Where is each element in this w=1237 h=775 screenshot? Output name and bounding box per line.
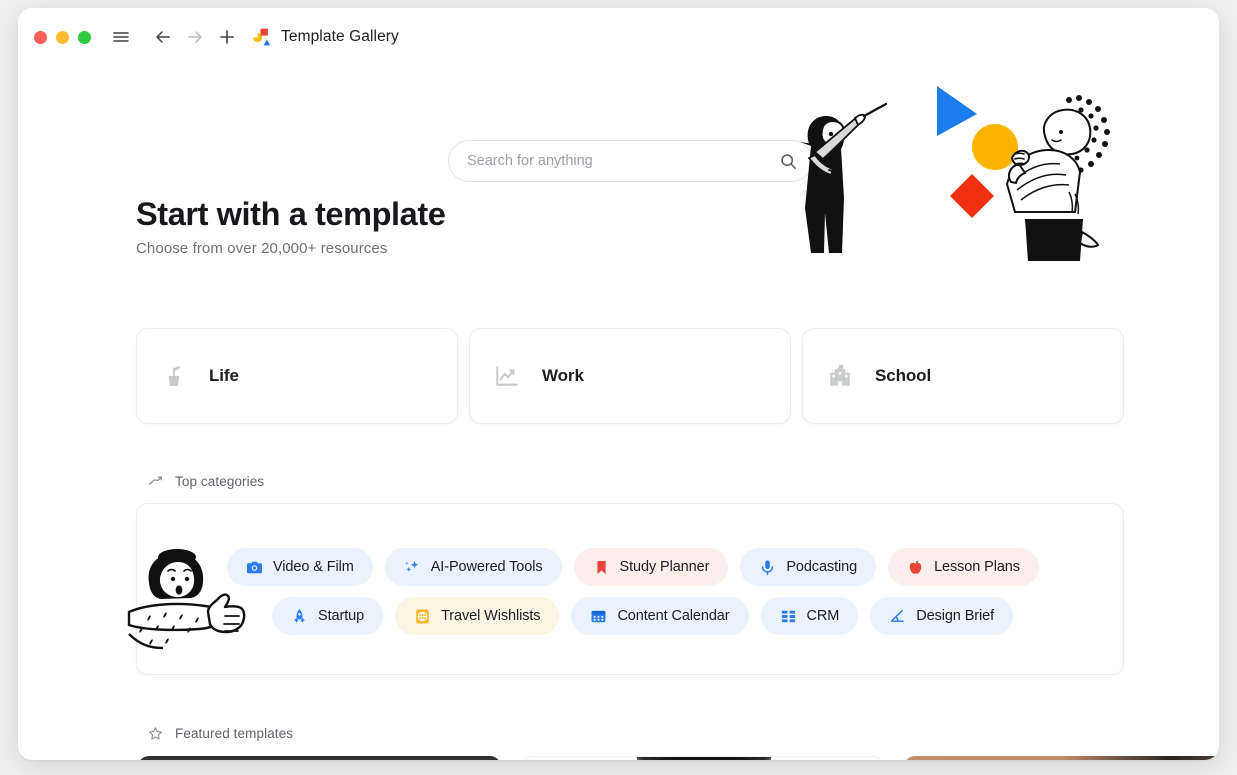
maximize-window-button[interactable] bbox=[78, 30, 91, 44]
window-controls bbox=[34, 30, 91, 44]
section-label: Featured templates bbox=[175, 726, 294, 741]
forward-arrow-icon[interactable] bbox=[181, 23, 209, 51]
search-input[interactable] bbox=[467, 153, 779, 169]
chip-label: Travel Wishlists bbox=[441, 608, 541, 624]
titlebar: Template Gallery bbox=[18, 8, 1219, 66]
app-window: Template Gallery Start with a template C… bbox=[18, 8, 1219, 760]
category-card-label: Life bbox=[209, 366, 239, 385]
star-outline-icon bbox=[149, 727, 162, 740]
chip-label: Content Calendar bbox=[617, 608, 730, 624]
angle-ruler-icon bbox=[891, 609, 904, 622]
category-chip-rows: Video & Film AI-Powered Tools Study Plan… bbox=[227, 548, 1107, 646]
window-title: Template Gallery bbox=[281, 28, 399, 45]
chip-label: Study Planner bbox=[619, 559, 710, 575]
category-card-life[interactable]: Life bbox=[136, 328, 458, 424]
chip-label: Lesson Plans bbox=[934, 559, 1020, 575]
plant-sprout-icon bbox=[168, 366, 181, 387]
section-label: Top categories bbox=[175, 474, 265, 489]
chip-startup[interactable]: Startup bbox=[272, 597, 384, 635]
yellow-circle-shape bbox=[972, 124, 1018, 170]
chip-row-1: Video & Film AI-Powered Tools Study Plan… bbox=[227, 548, 1107, 586]
featured-template-card-3[interactable] bbox=[904, 756, 1219, 760]
featured-templates-row: 📺 🧍 Ⓝ 🧍 🏆 Gamified Homeschool Planner bbox=[138, 756, 1219, 760]
chip-content-calendar[interactable]: Content Calendar bbox=[571, 597, 749, 635]
chip-label: Video & Film bbox=[273, 559, 354, 575]
dotted-sphere-illustration bbox=[636, 757, 772, 760]
rocket-icon bbox=[294, 608, 305, 623]
school-building-icon bbox=[830, 364, 850, 386]
calendar-icon bbox=[591, 610, 606, 622]
line-chart-up-icon bbox=[496, 366, 518, 386]
chip-label: Design Brief bbox=[916, 608, 995, 624]
trending-up-icon bbox=[148, 476, 162, 485]
new-tab-plus-icon[interactable] bbox=[213, 23, 241, 51]
minimize-window-button[interactable] bbox=[56, 30, 69, 44]
section-header-top-categories: Top categories bbox=[148, 474, 264, 489]
close-window-button[interactable] bbox=[34, 30, 47, 44]
chip-row-2: Startup Travel Wishlists Content Calenda… bbox=[227, 597, 1107, 635]
featured-template-card-2[interactable]: UNIVERSAL TRACKER bbox=[521, 756, 884, 760]
globe-icon bbox=[416, 609, 429, 623]
sparkles-icon bbox=[405, 560, 418, 572]
hamburger-menu-icon[interactable] bbox=[107, 23, 135, 51]
bookmark-icon bbox=[596, 560, 606, 574]
chip-design-brief[interactable]: Design Brief bbox=[870, 597, 1014, 635]
top-categories-panel: Video & Film AI-Powered Tools Study Plan… bbox=[127, 503, 1124, 675]
search-box[interactable] bbox=[448, 140, 813, 182]
chip-podcasting[interactable]: Podcasting bbox=[740, 548, 877, 586]
chip-travel-wishlists[interactable]: Travel Wishlists bbox=[395, 597, 560, 635]
page-title: Start with a template bbox=[136, 196, 446, 232]
category-card-work[interactable]: Work bbox=[469, 328, 791, 424]
chip-label: Podcasting bbox=[786, 559, 858, 575]
section-header-featured: Featured templates bbox=[148, 726, 293, 741]
chip-ai-powered-tools[interactable]: AI-Powered Tools bbox=[384, 548, 562, 586]
red-diamond-shape bbox=[950, 174, 994, 218]
camera-icon bbox=[247, 561, 262, 573]
chip-label: Startup bbox=[318, 608, 365, 624]
category-card-school[interactable]: School bbox=[802, 328, 1124, 424]
chip-lesson-plans[interactable]: Lesson Plans bbox=[888, 548, 1039, 586]
category-card-label: School bbox=[875, 366, 932, 385]
chip-study-planner[interactable]: Study Planner bbox=[573, 548, 729, 586]
chip-label: AI-Powered Tools bbox=[430, 559, 543, 575]
hero-section: Start with a template Choose from over 2… bbox=[18, 66, 1219, 306]
chip-label: CRM bbox=[806, 608, 840, 624]
blue-triangle-shape bbox=[937, 86, 977, 136]
featured-template-card-1[interactable]: 📺 🧍 Ⓝ 🧍 🏆 Gamified Homeschool Planner bbox=[138, 756, 501, 760]
category-cards: Life Work School bbox=[136, 328, 1124, 424]
app-logo-icon bbox=[253, 28, 271, 46]
chip-video-film[interactable]: Video & Film bbox=[227, 548, 373, 586]
page-content: Start with a template Choose from over 2… bbox=[18, 66, 1219, 760]
grid-table-icon bbox=[781, 610, 795, 622]
microphone-icon bbox=[762, 559, 774, 575]
page-subtitle: Choose from over 20,000+ resources bbox=[136, 240, 388, 258]
search-bar[interactable] bbox=[448, 140, 813, 182]
hero-illustration bbox=[800, 86, 1110, 261]
chip-crm[interactable]: CRM bbox=[760, 597, 859, 635]
hero-text: Start with a template Choose from over 2… bbox=[136, 196, 446, 258]
apple-icon bbox=[909, 559, 922, 574]
back-arrow-icon[interactable] bbox=[149, 23, 177, 51]
category-card-label: Work bbox=[542, 366, 584, 385]
search-icon[interactable] bbox=[779, 152, 798, 171]
